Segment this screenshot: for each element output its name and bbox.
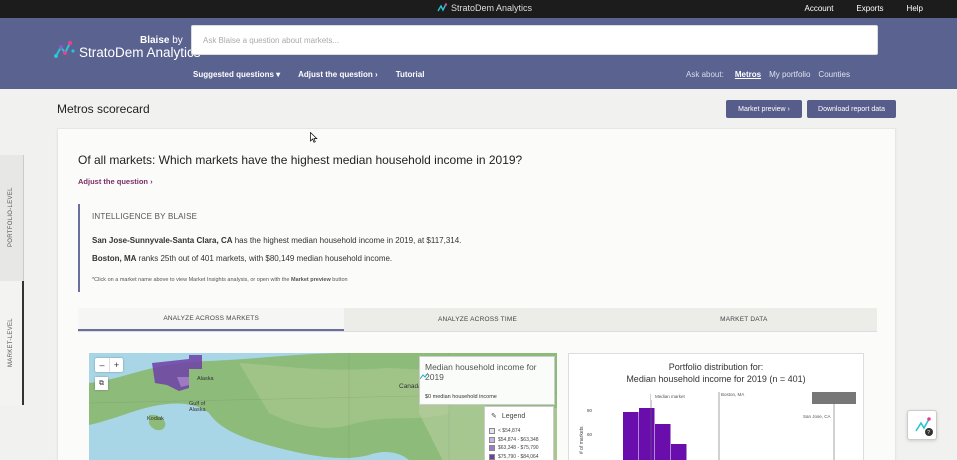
map-label-gulf: Gulf of Alaska — [189, 401, 206, 413]
market-map[interactable]: – + ⧉ Alaska Canada Gulf of Alaska Kodia… — [89, 353, 557, 460]
median-market-label: Median market — [655, 394, 686, 399]
chart-icon[interactable] — [420, 372, 428, 380]
legend-label: < $54,874 — [498, 428, 521, 435]
ask-about-label: Ask about: — [686, 70, 724, 79]
map-legend: ✎ Legend < $54,874 $54,874 - $63,348 $63,3… — [484, 406, 554, 460]
blaise-assistant-icon: ? — [915, 417, 933, 436]
map-label-kodiak: Kodiak — [147, 416, 164, 422]
brand-logo[interactable]: Blaise by StratoDem Analytics — [54, 26, 201, 66]
popup-title: Median household income for 2019 — [425, 362, 537, 382]
legend-items: < $54,874 $54,874 - $63,348 $63,348 - $75,… — [489, 427, 539, 460]
stratodem-logo-icon — [54, 40, 75, 58]
legend-swatch — [489, 453, 495, 460]
legend-header: ✎ Legend — [491, 412, 526, 421]
san-jose-marker-label: San Jose, CA — [803, 414, 831, 419]
question-heading: Of all markets: Which markets have the h… — [78, 153, 523, 167]
app-header: Blaise by StratoDem Analytics Suggested … — [0, 18, 957, 89]
download-report-button[interactable]: Download report data — [807, 100, 896, 118]
market-level-tab[interactable]: MARKET-LEVEL — [0, 281, 24, 405]
zoom-in-button[interactable]: + — [109, 358, 123, 372]
intelligence-panel: INTELLIGENCE BY BLAISE San Jose-Sunnyval… — [78, 204, 558, 292]
legend-item: $63,348 - $75,790 — [489, 444, 539, 453]
top-market-link[interactable]: San Jose-Sunnyvale-Santa Clara, CA — [92, 236, 233, 245]
adjust-question-button[interactable]: Adjust the question › — [78, 177, 153, 186]
fairbanks-metro-region[interactable] — [189, 355, 202, 369]
ask-about-my-portfolio[interactable]: My portfolio — [769, 70, 810, 79]
exports-link[interactable]: Exports — [856, 4, 883, 13]
intelligence-footnote: *Click on a market name above to view Ma… — [92, 277, 348, 283]
ask-about-counties[interactable]: Counties — [818, 70, 850, 79]
legend-item: $75,790 - $84,064 — [489, 453, 539, 460]
suggested-questions-menu[interactable]: Suggested questions ▾ — [193, 70, 280, 79]
brand-name: StratoDem Analytics — [79, 45, 201, 60]
boston-marker-label: Boston, MA — [721, 392, 744, 397]
legend-title: Legend — [501, 412, 526, 420]
mouse-cursor-icon — [310, 132, 318, 143]
select-tool-icon: ⧉ — [99, 379, 104, 387]
tab-analyze-across-markets[interactable]: ANALYZE ACROSS MARKETS — [78, 308, 345, 331]
histogram-bar[interactable] — [639, 408, 655, 460]
histogram-bar[interactable] — [623, 412, 639, 460]
zoom-controls: – + — [95, 358, 123, 372]
intelligence-line-2: Boston, MA ranks 25th out of 401 markets… — [92, 254, 393, 263]
y-tick-60: 60 — [587, 432, 593, 437]
histogram-svg: # of markets 80 60 Median market Boston,… — [579, 392, 856, 460]
popup-value: $0 median household income — [425, 394, 497, 400]
y-axis-label: # of markets — [579, 426, 585, 454]
svg-text:?: ? — [927, 430, 930, 436]
page-title: Metros scorecard — [57, 102, 150, 116]
boston-market-link[interactable]: Boston, MA — [92, 254, 136, 263]
legend-item: $54,874 - $63,348 — [489, 436, 539, 445]
portfolio-level-label: PORTFOLIO-LEVEL — [8, 187, 14, 247]
y-tick-80: 80 — [587, 408, 593, 413]
select-tool-button[interactable]: ⧉ — [95, 377, 108, 390]
blaise-assistant-button[interactable]: ? — [907, 410, 937, 440]
pencil-icon[interactable]: ✎ — [491, 412, 497, 420]
stratodem-logo-icon — [437, 3, 447, 12]
topbar-product-name: StratoDem Analytics — [451, 3, 533, 13]
zoom-out-button[interactable]: – — [95, 358, 109, 372]
map-info-popup: Median household income for 2019 $0 medi… — [419, 356, 555, 405]
portfolio-distribution-chart: Portfolio distribution for: Median house… — [568, 353, 864, 460]
map-label-alaska: Alaska — [197, 376, 214, 382]
histogram-bars — [623, 408, 687, 460]
topbar-brand: StratoDem Analytics — [437, 3, 532, 13]
top-bar: StratoDem Analytics Account Exports Help — [0, 0, 957, 18]
intelligence-heading: INTELLIGENCE BY BLAISE — [92, 212, 198, 221]
portfolio-level-tab[interactable]: PORTFOLIO-LEVEL — [0, 155, 24, 281]
search-input[interactable] — [192, 26, 877, 54]
tutorial-link[interactable]: Tutorial — [396, 70, 425, 79]
tab-analyze-across-time[interactable]: ANALYZE ACROSS TIME — [344, 308, 610, 331]
ask-about-switcher: Ask about: Metros My portfolio Counties — [686, 70, 850, 79]
legend-swatch — [489, 436, 495, 443]
sub-navigation: Suggested questions ▾ Adjust the questio… — [193, 70, 442, 79]
histogram-bar[interactable] — [655, 424, 671, 460]
tab-market-data[interactable]: MARKET DATA — [611, 308, 877, 331]
analysis-tabs: ANALYZE ACROSS MARKETS ANALYZE ACROSS TI… — [78, 308, 877, 332]
legend-label: $54,874 - $63,348 — [498, 436, 539, 443]
ask-about-metros[interactable]: Metros — [735, 70, 761, 79]
scorecard-card: Of all markets: Which markets have the h… — [57, 128, 896, 460]
legend-swatch — [489, 428, 495, 435]
account-link[interactable]: Account — [805, 4, 834, 13]
san-jose-marker-box — [812, 392, 856, 404]
legend-label: $75,790 - $84,064 — [498, 453, 539, 460]
market-preview-button[interactable]: Market preview › — [726, 100, 802, 118]
legend-swatch — [489, 445, 495, 452]
legend-item: < $54,874 — [489, 427, 539, 436]
help-link[interactable]: Help — [907, 4, 923, 13]
adjust-question-link[interactable]: Adjust the question › — [298, 70, 378, 79]
market-level-label: MARKET-LEVEL — [8, 318, 14, 367]
histogram-bar[interactable] — [671, 444, 687, 460]
search-box[interactable] — [191, 25, 878, 55]
legend-label: $63,348 - $75,790 — [498, 445, 539, 452]
intelligence-line-1: San Jose-Sunnyvale-Santa Clara, CA has t… — [92, 236, 462, 245]
